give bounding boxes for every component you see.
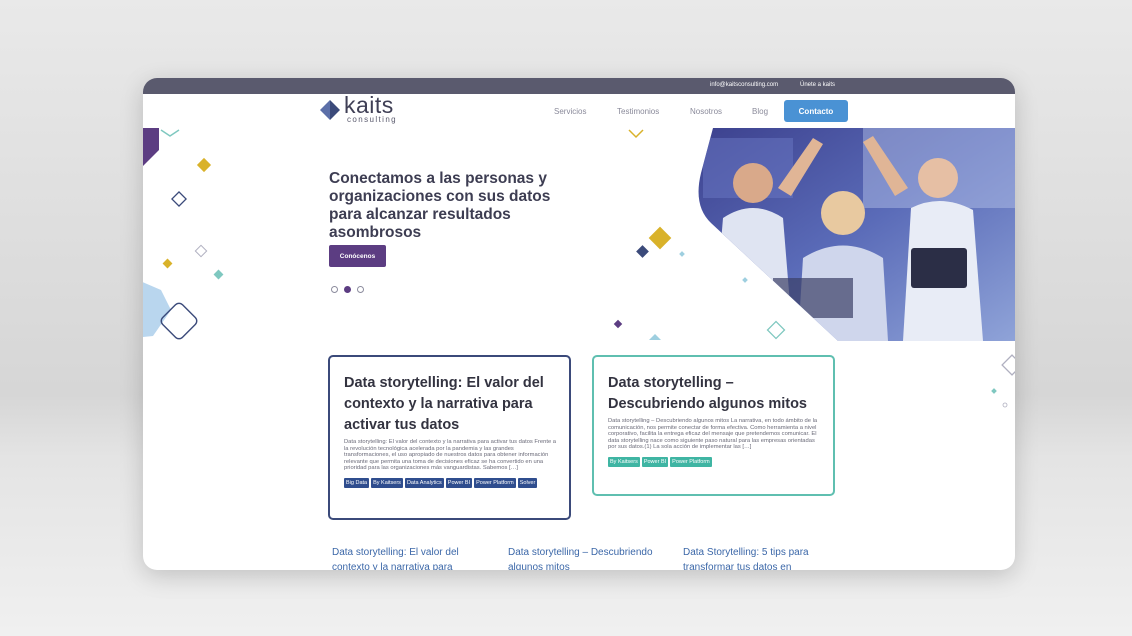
post-link[interactable]: Data storytelling – Descubriendo algunos… <box>508 545 658 570</box>
right-teal-dot <box>991 388 997 394</box>
gold-diamond <box>196 157 212 173</box>
tag-badge[interactable]: Power BI <box>641 456 669 467</box>
navy-diamond <box>636 245 649 258</box>
purple-corner-shape <box>143 128 159 166</box>
tag-badge[interactable]: Data Analytics <box>404 477 444 488</box>
carousel-dot-3[interactable] <box>357 286 364 293</box>
blog-card[interactable]: Data storytelling – Descubriendo algunos… <box>592 355 835 496</box>
contact-button[interactable]: Contacto <box>784 100 848 122</box>
tag-badge[interactable]: Power BI <box>445 477 473 488</box>
tag-badge[interactable]: By Kaitsers <box>608 456 640 467</box>
gold-diamond-large <box>648 226 672 250</box>
blog-card-excerpt: Data storytelling: El valor del contexto… <box>344 439 557 472</box>
blog-card-title[interactable]: Data storytelling: El valor del contexto… <box>344 373 556 436</box>
nav-item-blog[interactable]: Blog <box>752 107 768 116</box>
blog-card-title[interactable]: Data storytelling – Descubriendo algunos… <box>608 373 820 415</box>
teal-chevron <box>160 129 180 137</box>
small-teal-diamond <box>213 269 224 280</box>
tag-badge[interactable]: Solver <box>517 477 538 488</box>
post-link[interactable]: Data Storytelling: 5 tips para transform… <box>683 545 833 570</box>
blue-triangle <box>649 334 661 340</box>
conocenos-button[interactable]: Conócenos <box>329 245 386 267</box>
blog-card-excerpt: Data storytelling – Descubriendo algunos… <box>608 418 818 451</box>
tag-badge[interactable]: By Kaitsers <box>371 477 403 488</box>
small-gold-diamond <box>162 258 173 269</box>
hero-title: Conectamos a las personas y organizacion… <box>329 170 551 241</box>
logo-subtitle: consulting <box>347 115 398 124</box>
browser-frame: info@kaitsconsulting.com Únete a kaits k… <box>143 78 1015 570</box>
right-outline-diamond <box>1001 354 1015 376</box>
post-link[interactable]: Data storytelling: El valor del contexto… <box>332 545 482 570</box>
carousel-dot-2[interactable] <box>344 286 351 293</box>
hero-team-photo <box>698 128 1015 341</box>
gold-chevron <box>628 129 644 139</box>
small-outline-diamond <box>194 244 208 258</box>
blog-card-tags: Big Data By Kaitsers Data Analytics Powe… <box>344 477 556 488</box>
carousel-dot-1[interactable] <box>331 286 338 293</box>
blog-card-tags: By Kaitsers Power BI Power Platform <box>608 456 820 467</box>
nav-item-testimonios[interactable]: Testimonios <box>617 107 659 116</box>
tag-badge[interactable]: Big Data <box>344 477 370 488</box>
tag-badge[interactable]: Power Platform <box>670 456 712 467</box>
outline-diamond <box>171 191 187 207</box>
blog-card[interactable]: Data storytelling: El valor del contexto… <box>328 355 571 520</box>
logo-diamond-icon <box>320 100 340 120</box>
tag-badge[interactable]: Power Platform <box>474 477 516 488</box>
small-purple-diamond <box>613 319 623 329</box>
right-small-circle <box>1002 402 1008 408</box>
nav-item-nosotros[interactable]: Nosotros <box>690 107 722 116</box>
nav-item-servicios[interactable]: Servicios <box>554 107 586 116</box>
